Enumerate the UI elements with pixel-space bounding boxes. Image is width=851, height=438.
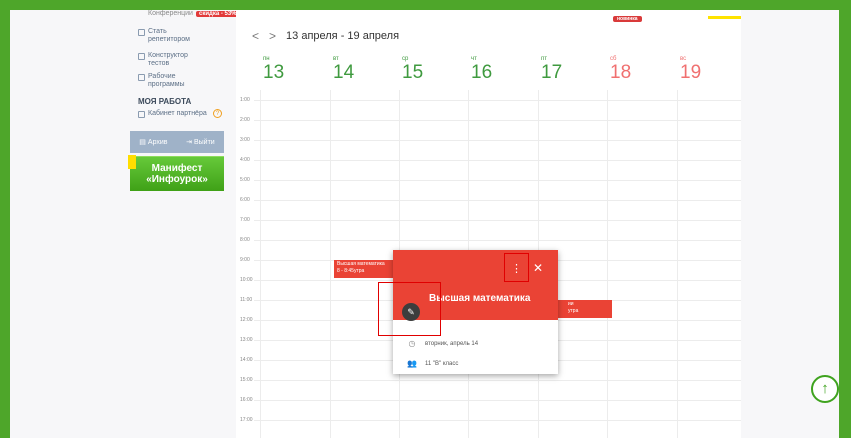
event-chip-tuesday[interactable]: Высшая математика 8 - 8:45утра bbox=[334, 260, 402, 278]
grid-hour-line bbox=[254, 120, 741, 121]
day-number: 13 bbox=[263, 62, 285, 83]
hour-label: 13:00 bbox=[240, 337, 253, 343]
sidebar-item-label: Стать репетитором bbox=[148, 28, 190, 43]
day-number: 14 bbox=[333, 62, 355, 83]
manifest-line2: «Инфоурок» bbox=[146, 174, 208, 185]
exit-icon: ⇥ bbox=[186, 139, 192, 146]
popup-title: Высшая математика bbox=[429, 293, 531, 304]
event-time: 8 - 8:45утра bbox=[337, 268, 365, 274]
grid-day-line bbox=[677, 90, 678, 438]
event-title: ии bbox=[568, 301, 574, 307]
manifest-tab bbox=[128, 155, 136, 169]
grid-hour-line bbox=[254, 380, 741, 381]
tutor-icon bbox=[138, 29, 145, 36]
grid-hour-line bbox=[254, 100, 741, 101]
hour-label: 1:00 bbox=[240, 97, 250, 103]
group-icon: 👥 bbox=[407, 359, 417, 368]
prev-week-button[interactable]: < bbox=[252, 29, 259, 43]
help-icon[interactable]: ? bbox=[213, 109, 222, 118]
calendar-icon bbox=[138, 74, 145, 81]
sidebar-top-label: Конференции bbox=[148, 10, 193, 17]
exit-label: Выйти bbox=[193, 138, 215, 146]
hour-label: 8:00 bbox=[240, 237, 250, 243]
grid-hour-line bbox=[254, 420, 741, 421]
sidebar-item-tutor[interactable]: Стать репетитором bbox=[138, 28, 210, 44]
archive-button[interactable]: ▤ Архив bbox=[139, 138, 168, 147]
grid-hour-line bbox=[254, 400, 741, 401]
manifest-banner[interactable]: Манифест «Инфоурок» bbox=[130, 156, 224, 191]
day-header[interactable]: чт 16 bbox=[468, 56, 537, 84]
day-header[interactable]: пт 17 bbox=[538, 56, 607, 84]
sidebar-item-label: Рабочие программы bbox=[148, 73, 185, 88]
day-number: 18 bbox=[610, 62, 632, 83]
grid-hour-line bbox=[254, 200, 741, 201]
popup-date-row: ◷ вторник, апрель 14 bbox=[407, 339, 479, 348]
sidebar-actions: ▤ Архив ⇥ Выйти bbox=[130, 131, 224, 153]
day-header[interactable]: сб 18 bbox=[607, 56, 676, 84]
hour-label: 9:00 bbox=[240, 257, 250, 263]
grid-day-line bbox=[260, 90, 261, 438]
hour-label: 11:00 bbox=[240, 297, 253, 303]
hour-label: 5:00 bbox=[240, 177, 250, 183]
manifest-line1: Манифест bbox=[151, 163, 203, 174]
day-number: 17 bbox=[541, 62, 563, 83]
hour-label: 6:00 bbox=[240, 197, 250, 203]
hour-label: 10:00 bbox=[240, 277, 253, 283]
day-number: 15 bbox=[402, 62, 424, 83]
event-chip-thursday[interactable]: ии утра bbox=[558, 300, 612, 318]
new-badge: новинка bbox=[613, 16, 642, 22]
grid-day-line bbox=[330, 90, 331, 438]
day-header[interactable]: вс 19 bbox=[677, 56, 746, 84]
day-header[interactable]: пн 13 bbox=[260, 56, 329, 84]
hour-label: 12:00 bbox=[240, 317, 253, 323]
day-number: 19 bbox=[680, 62, 702, 83]
grid-hour-line bbox=[254, 220, 741, 221]
partner-icon bbox=[138, 111, 145, 118]
yellow-accent-bar bbox=[708, 16, 741, 19]
discount-badge: скидка - 53% bbox=[195, 11, 240, 17]
hour-label: 7:00 bbox=[240, 217, 250, 223]
calendar-nav: < > 13 апреля - 19 апреля bbox=[252, 29, 399, 43]
week-range: 13 апреля - 19 апреля bbox=[286, 30, 400, 42]
popup-group: 11 "В" класс bbox=[425, 360, 459, 367]
highlight-menu-box bbox=[504, 253, 529, 282]
hour-label: 3:00 bbox=[240, 137, 250, 143]
sidebar-item-programs[interactable]: Рабочие программы bbox=[138, 73, 210, 89]
clock-icon: ◷ bbox=[408, 339, 416, 348]
archive-label: Архив bbox=[147, 138, 168, 146]
hour-label: 16:00 bbox=[240, 397, 253, 403]
grid-day-line bbox=[607, 90, 608, 438]
popup-group-row: 👥 11 "В" класс bbox=[407, 359, 458, 368]
sidebar-item-label: Кабинет партнёра bbox=[148, 110, 207, 117]
hour-label: 14:00 bbox=[240, 357, 253, 363]
sidebar-top-item[interactable]: Конференции скидка - 53% bbox=[148, 10, 240, 17]
grid-hour-line bbox=[254, 180, 741, 181]
day-header[interactable]: вт 14 bbox=[330, 56, 399, 84]
grid-hour-line bbox=[254, 160, 741, 161]
sidebar: Конференции скидка - 53% Стать репетиторо… bbox=[128, 10, 240, 438]
scroll-up-button[interactable]: ↑ bbox=[811, 375, 839, 403]
hour-label: 2:00 bbox=[240, 117, 250, 123]
exit-button[interactable]: ⇥ Выйти bbox=[186, 138, 215, 147]
hour-label: 4:00 bbox=[240, 157, 250, 163]
grid-hour-line bbox=[254, 140, 741, 141]
grid-icon bbox=[138, 53, 145, 60]
hour-label: 15:00 bbox=[240, 377, 253, 383]
sidebar-item-partner[interactable]: Кабинет партнёра bbox=[138, 110, 210, 118]
event-title: Высшая математика bbox=[337, 261, 385, 267]
event-time: утра bbox=[568, 308, 579, 314]
next-week-button[interactable]: > bbox=[269, 29, 276, 43]
sidebar-item-test-builder[interactable]: Конструктор тестов bbox=[138, 52, 210, 68]
day-header[interactable]: ср 15 bbox=[399, 56, 468, 84]
section-title: МОЯ РАБОТА bbox=[138, 97, 192, 106]
page-frame: Конференции скидка - 53% Стать репетиторо… bbox=[10, 10, 839, 438]
grid-hour-line bbox=[254, 240, 741, 241]
popup-date: вторник, апрель 14 bbox=[425, 340, 479, 347]
day-number: 16 bbox=[471, 62, 493, 83]
archive-icon: ▤ bbox=[139, 139, 146, 146]
sidebar-item-label: Конструктор тестов bbox=[148, 52, 188, 67]
close-icon[interactable]: ✕ bbox=[532, 261, 544, 275]
highlight-edit-box bbox=[378, 282, 441, 336]
hour-label: 17:00 bbox=[240, 417, 253, 423]
